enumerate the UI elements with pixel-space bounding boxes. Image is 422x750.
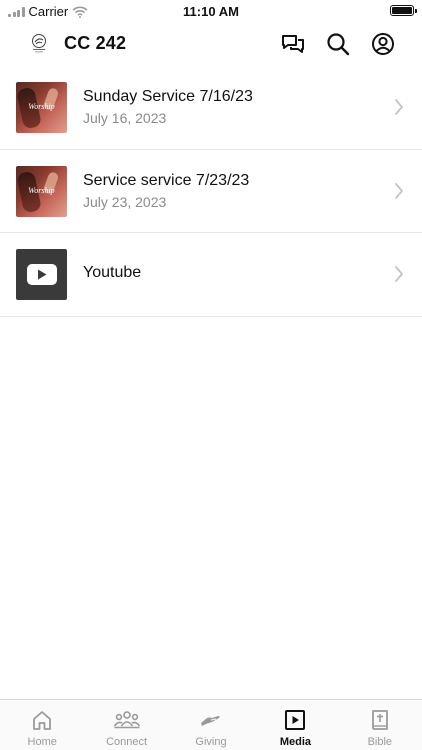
app-header: CC 242: [0, 22, 422, 66]
tab-label: Connect: [106, 736, 148, 748]
youtube-icon: [26, 264, 57, 285]
tab-label: Bible: [367, 736, 393, 748]
tab-connect[interactable]: Connect: [84, 700, 168, 750]
media-item-date: July 23, 2023: [83, 193, 167, 210]
search-icon[interactable]: [325, 31, 351, 57]
worship-thumbnail: Worship: [16, 165, 67, 217]
chevron-right-icon: [395, 182, 403, 199]
media-item-date: July 16, 2023: [83, 110, 167, 126]
youtube-thumbnail: [16, 249, 67, 300]
media-item-title: Youtube: [83, 264, 142, 281]
media-item-title: Service service 7/23/23: [83, 171, 250, 189]
tab-media[interactable]: Media: [253, 700, 337, 750]
tab-home[interactable]: Home: [0, 700, 84, 750]
media-list-item[interactable]: Worship Sunday Service 7/16/23 July 16, …: [0, 66, 422, 150]
account-icon[interactable]: [370, 31, 396, 57]
tab-label: Media: [279, 736, 312, 748]
tab-bar: Home Connect Giving Media Bible: [0, 699, 422, 750]
status-time: 11:10 AM: [183, 4, 239, 19]
play-icon: [285, 710, 306, 730]
tab-bible[interactable]: Bible: [338, 700, 422, 750]
chevron-right-icon: [395, 99, 403, 115]
people-icon: [113, 711, 140, 729]
media-list: Worship Sunday Service 7/16/23 July 16, …: [0, 66, 422, 317]
chevron-right-icon: [395, 266, 403, 282]
chat-icon[interactable]: [280, 31, 306, 57]
page-title: CC 242: [64, 33, 127, 53]
bible-icon: [371, 710, 388, 730]
media-item-title: Sunday Service 7/16/23: [83, 88, 253, 105]
tab-label: Giving: [195, 736, 227, 748]
battery-icon: [390, 5, 417, 16]
thumbnail-text: Worship: [28, 185, 55, 195]
giving-hand-icon: [201, 716, 220, 726]
status-bar: Carrier 11:10 AM: [0, 0, 422, 22]
tab-label: Home: [27, 736, 57, 748]
tab-giving[interactable]: Giving: [169, 700, 253, 750]
media-list-item[interactable]: Youtube: [0, 233, 422, 317]
media-list-item[interactable]: Worship Service service 7/23/23 July 23,…: [0, 150, 422, 233]
thumbnail-text: Worship: [28, 102, 55, 111]
worship-thumbnail: Worship: [16, 82, 67, 133]
home-icon: [33, 711, 52, 730]
church-logo-icon: [32, 34, 46, 53]
